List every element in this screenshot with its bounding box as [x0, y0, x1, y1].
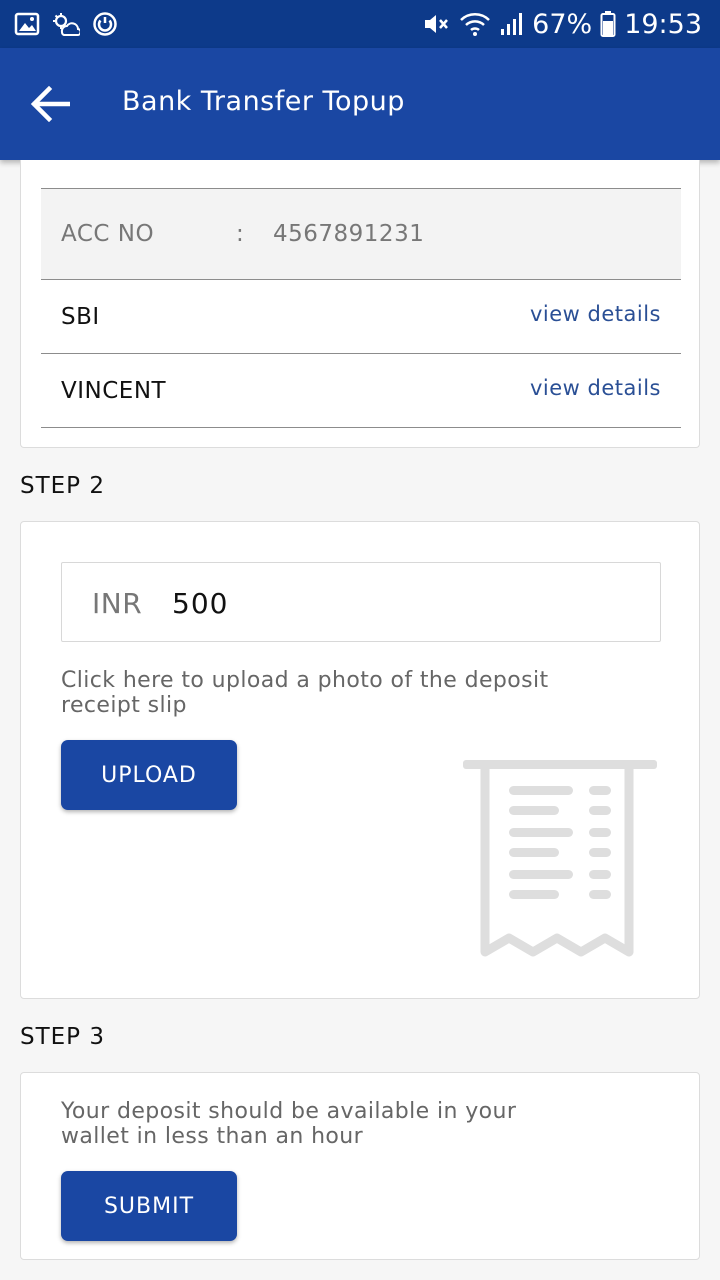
- wifi-icon: [460, 13, 491, 36]
- weather-icon: [53, 13, 80, 36]
- page-title: Bank Transfer Topup: [122, 86, 405, 117]
- view-details-link[interactable]: view details: [530, 302, 661, 326]
- account-number-value: 4567891231: [273, 221, 425, 247]
- back-button[interactable]: [26, 82, 74, 126]
- account-number-separator: :: [236, 221, 244, 247]
- bank-name: SBI: [61, 304, 100, 330]
- amount-input[interactable]: INR 500: [61, 562, 661, 642]
- account-number-row: ACC NO : 4567891231: [41, 188, 681, 280]
- submit-button[interactable]: SUBMIT: [61, 1171, 237, 1241]
- mute-icon: [425, 15, 449, 33]
- account-number-label: ACC NO: [61, 221, 155, 247]
- notification-icons: [14, 10, 118, 38]
- amount-value: 500: [172, 587, 229, 620]
- arrow-back-icon: [30, 86, 70, 122]
- signal-icon: [501, 13, 523, 35]
- upload-instructions: Click here to upload a photo of the depo…: [61, 668, 549, 718]
- battery-icon: [600, 11, 616, 37]
- clock: 19:53: [624, 8, 702, 40]
- bank-row-vincent: VINCENT view details: [41, 354, 681, 428]
- upload-card: INR 500 Click here to upload a photo of …: [20, 521, 700, 999]
- step-2-label: STEP 2: [20, 473, 105, 499]
- view-details-link[interactable]: view details: [530, 376, 661, 400]
- bank-row-sbi: SBI view details: [41, 280, 681, 354]
- receipt-icon: [463, 760, 657, 957]
- upload-instructions-line: receipt slip: [61, 693, 187, 718]
- sync-icon: [93, 12, 117, 36]
- status-bar: 67% 19:53: [0, 0, 720, 48]
- system-icons: 67% 19:53: [422, 8, 702, 40]
- deposit-info-text: Your deposit should be available in your…: [61, 1099, 516, 1149]
- deposit-info-line: Your deposit should be available in your: [61, 1099, 517, 1124]
- gallery-icon: [14, 12, 40, 36]
- app-bar: Bank Transfer Topup: [0, 48, 720, 160]
- currency-label: INR: [92, 587, 143, 620]
- battery-percent: 67%: [532, 8, 593, 40]
- deposit-info-line: wallet in less than an hour: [61, 1124, 364, 1149]
- bank-details-card: ACC NO : 4567891231 SBI view details VIN…: [20, 160, 700, 448]
- bank-name: VINCENT: [61, 378, 167, 404]
- step-3-label: STEP 3: [20, 1024, 105, 1050]
- upload-instructions-line: Click here to upload a photo of the depo…: [61, 668, 549, 693]
- submit-card: Your deposit should be available in your…: [20, 1072, 700, 1260]
- upload-button[interactable]: UPLOAD: [61, 740, 237, 810]
